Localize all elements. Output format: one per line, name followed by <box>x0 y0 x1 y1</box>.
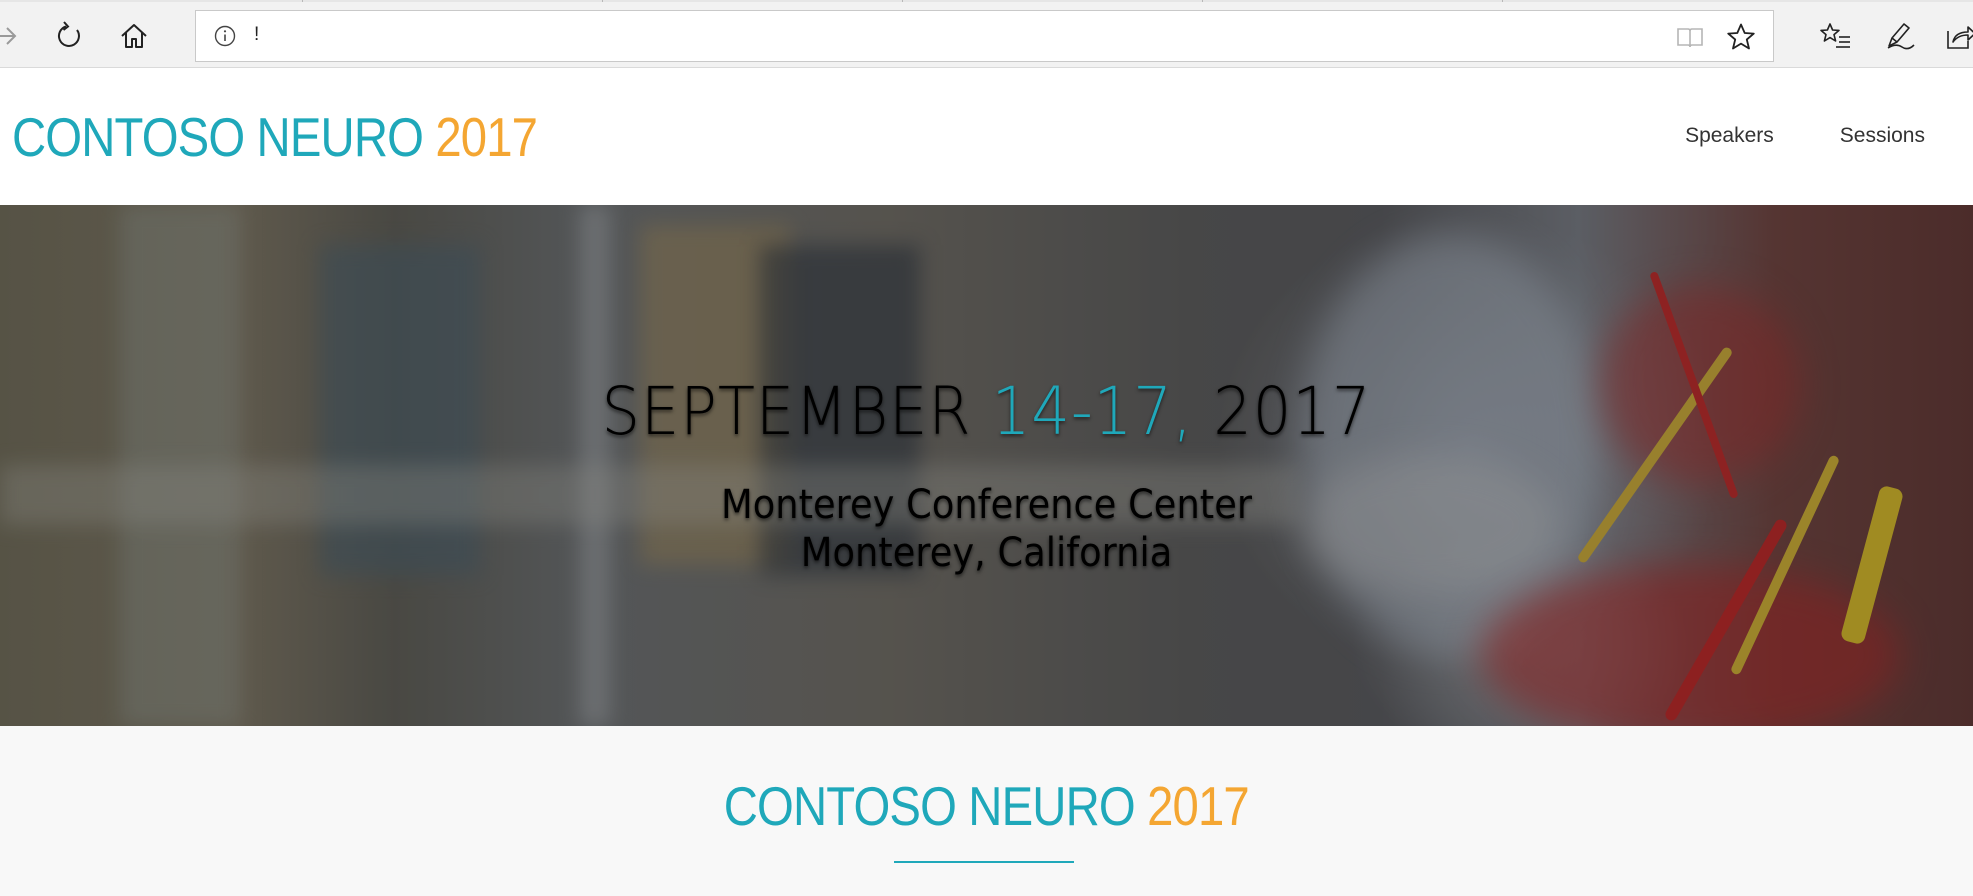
home-icon <box>121 24 147 48</box>
pen-icon <box>1887 23 1915 50</box>
hero-overlay <box>0 205 1973 726</box>
info-icon[interactable] <box>214 25 236 47</box>
share-icon <box>1947 26 1973 49</box>
star-icon[interactable] <box>1726 22 1756 52</box>
venue-location: Monterey, California <box>800 530 1173 576</box>
book-icon[interactable] <box>1676 23 1704 51</box>
main-nav: Speakers Sessions <box>1685 124 1925 148</box>
home-button[interactable] <box>114 16 154 56</box>
event-date-days: 14-17, <box>991 373 1194 450</box>
nav-sessions[interactable]: Sessions <box>1840 124 1925 148</box>
star-list-icon <box>1820 23 1850 48</box>
notes-button[interactable] <box>1880 16 1920 56</box>
site-header: CONTOSO NEURO 2017 Speakers Sessions <box>0 69 1973 205</box>
event-date-year: 2017 <box>1213 373 1372 450</box>
refresh-button[interactable] <box>49 16 89 56</box>
url-text[interactable]: ! <box>254 24 259 46</box>
refresh-icon <box>57 21 80 47</box>
venue-name: Monterey Conference Center <box>721 482 1252 528</box>
section-logo: CONTOSO NEURO 2017 <box>0 774 1973 838</box>
event-date-month: SEPTEMBER <box>601 373 972 450</box>
forward-button[interactable] <box>0 16 26 56</box>
section-logo-name: CONTOSO NEURO <box>723 775 1136 837</box>
event-date: SEPTEMBER 14-17, 2017 <box>79 373 1894 450</box>
arrow-right-icon <box>0 27 17 45</box>
address-bar[interactable]: ! <box>195 10 1774 62</box>
browser-toolbar: ! <box>0 2 1973 68</box>
favorites-button[interactable] <box>1815 16 1855 56</box>
nav-speakers[interactable]: Speakers <box>1685 124 1774 148</box>
event-venue: Monterey Conference Center Monterey, Cal… <box>79 481 1894 577</box>
section-logo-year: 2017 <box>1147 775 1250 837</box>
hero-banner: SEPTEMBER 14-17, 2017 Monterey Conferenc… <box>0 205 1973 726</box>
logo-name: CONTOSO NEURO <box>12 106 424 168</box>
logo-year: 2017 <box>435 106 538 168</box>
section-divider <box>894 861 1074 863</box>
share-button[interactable] <box>1940 16 1973 56</box>
intro-section: CONTOSO NEURO 2017 <box>0 726 1973 896</box>
site-logo[interactable]: CONTOSO NEURO 2017 <box>12 105 538 169</box>
